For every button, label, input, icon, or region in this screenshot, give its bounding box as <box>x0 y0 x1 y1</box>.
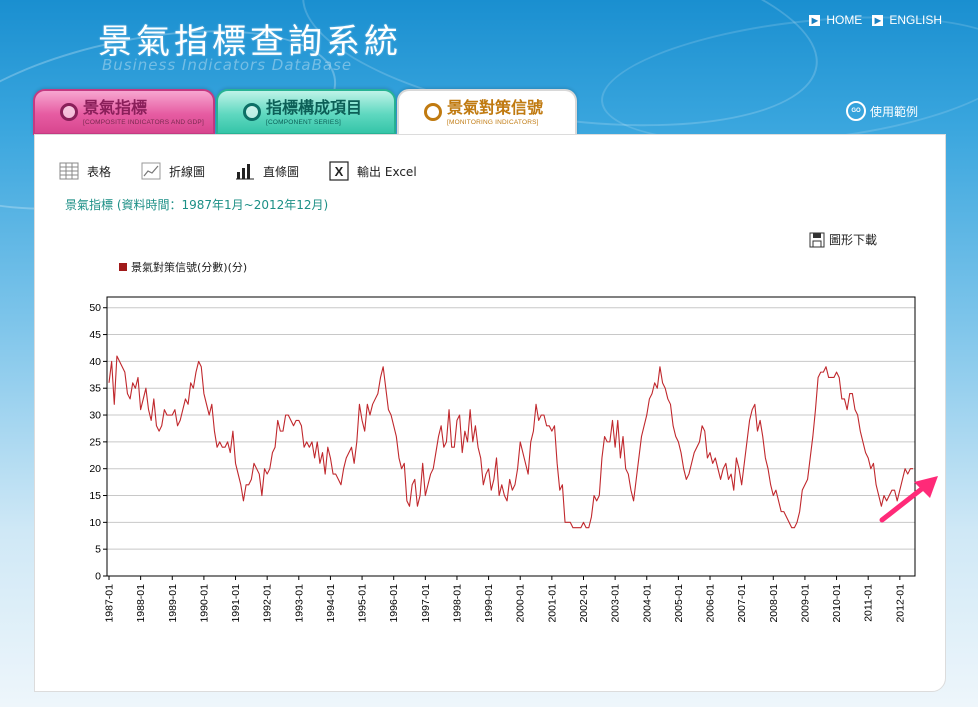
plot-frame <box>106 296 916 577</box>
x-tick-label: 1996-01 <box>388 584 400 623</box>
tab-component-series[interactable]: 指標構成項目 [COMPONENT SERIES] <box>216 89 396 135</box>
x-tick-label: 1994-01 <box>325 584 337 623</box>
x-tick-label: 2002-01 <box>578 584 590 623</box>
content-panel: 表格 折線圖 直條圖 X 輸出 Excel 景氣指標 (資料時間：1987年1月… <box>34 134 946 692</box>
x-tick-label: 2001-01 <box>546 584 558 623</box>
tab-english-label: [COMPONENT SERIES] <box>266 119 341 126</box>
x-tick-label: 1998-01 <box>451 584 463 623</box>
x-tick-label: 1991-01 <box>230 584 242 623</box>
x-tick-label: 1993-01 <box>293 584 305 623</box>
tab-english-label: [COMPOSITE INDICATORS AND GDP] <box>83 119 204 126</box>
circle-icon <box>424 103 442 121</box>
y-tick-label: 40 <box>89 356 101 368</box>
x-tick-label: 2005-01 <box>673 584 685 623</box>
x-tick-label: 1999-01 <box>483 584 495 623</box>
y-tick-label: 35 <box>89 383 101 395</box>
y-tick-label: 0 <box>95 571 101 583</box>
x-tick-label: 2012-01 <box>894 584 906 623</box>
y-tick-label: 25 <box>89 436 101 448</box>
x-tick-label: 1990-01 <box>198 584 210 623</box>
x-tick-label: 1997-01 <box>420 584 432 623</box>
y-tick-label: 5 <box>95 544 101 556</box>
x-tick-label: 2004-01 <box>641 584 653 623</box>
x-tick-label: 1995-01 <box>357 584 369 623</box>
y-tick-label: 45 <box>89 329 101 341</box>
x-tick-label: 2008-01 <box>768 584 780 623</box>
y-tick-label: 15 <box>89 490 101 502</box>
tab-monitoring-indicators[interactable]: 景氣對策信號 [MONITORING INDICATORS] <box>397 89 577 136</box>
usage-example-label: 使用範例 <box>870 104 919 119</box>
x-tick-label: 1992-01 <box>262 584 274 623</box>
pointer-arrow-icon <box>879 476 938 523</box>
x-tick-label: 2000-01 <box>515 584 527 623</box>
circle-icon <box>60 103 78 121</box>
top-navigation: ▶ HOME ▶ ENGLISH <box>809 13 942 27</box>
site-subtitle: Business Indicators DataBase <box>102 56 353 74</box>
y-tick-label: 50 <box>89 302 101 314</box>
x-tick-label: 1987-01 <box>104 584 116 623</box>
x-tick-label: 2003-01 <box>610 584 622 623</box>
usage-example-button[interactable]: GO 使用範例 <box>846 101 918 121</box>
circle-icon <box>243 103 261 121</box>
arrow-right-icon: ▶ <box>809 14 821 26</box>
arrow-right-icon: ▶ <box>872 14 884 26</box>
home-link[interactable]: ▶ HOME <box>809 13 862 27</box>
y-tick-label: 30 <box>89 410 101 422</box>
x-tick-label: 1988-01 <box>135 584 147 623</box>
x-tick-label: 2011-01 <box>863 584 875 622</box>
x-tick-label: 2009-01 <box>799 584 811 623</box>
english-link[interactable]: ▶ ENGLISH <box>872 13 942 27</box>
y-tick-label: 10 <box>89 517 101 529</box>
x-tick-label: 1989-01 <box>167 584 179 623</box>
x-tick-label: 2007-01 <box>736 584 748 623</box>
x-tick-label: 2006-01 <box>705 584 717 623</box>
tab-label: 景氣指標 <box>83 98 148 117</box>
y-tick-label: 20 <box>89 463 101 475</box>
tab-english-label: [MONITORING INDICATORS] <box>447 119 539 126</box>
tab-label: 指標構成項目 <box>266 98 363 117</box>
line-chart: 0 5 10 15 20 25 30 35 40 45 50 1987-01 1988-01 1989-0… <box>89 296 916 623</box>
x-tick-label: 2010-01 <box>831 584 843 623</box>
tab-composite-indicators[interactable]: 景氣指標 [COMPOSITE INDICATORS AND GDP] <box>33 89 215 135</box>
tab-label: 景氣對策信號 <box>447 98 544 117</box>
home-link-label: HOME <box>826 13 863 27</box>
english-link-label: ENGLISH <box>889 13 942 27</box>
go-icon: GO <box>846 101 866 121</box>
